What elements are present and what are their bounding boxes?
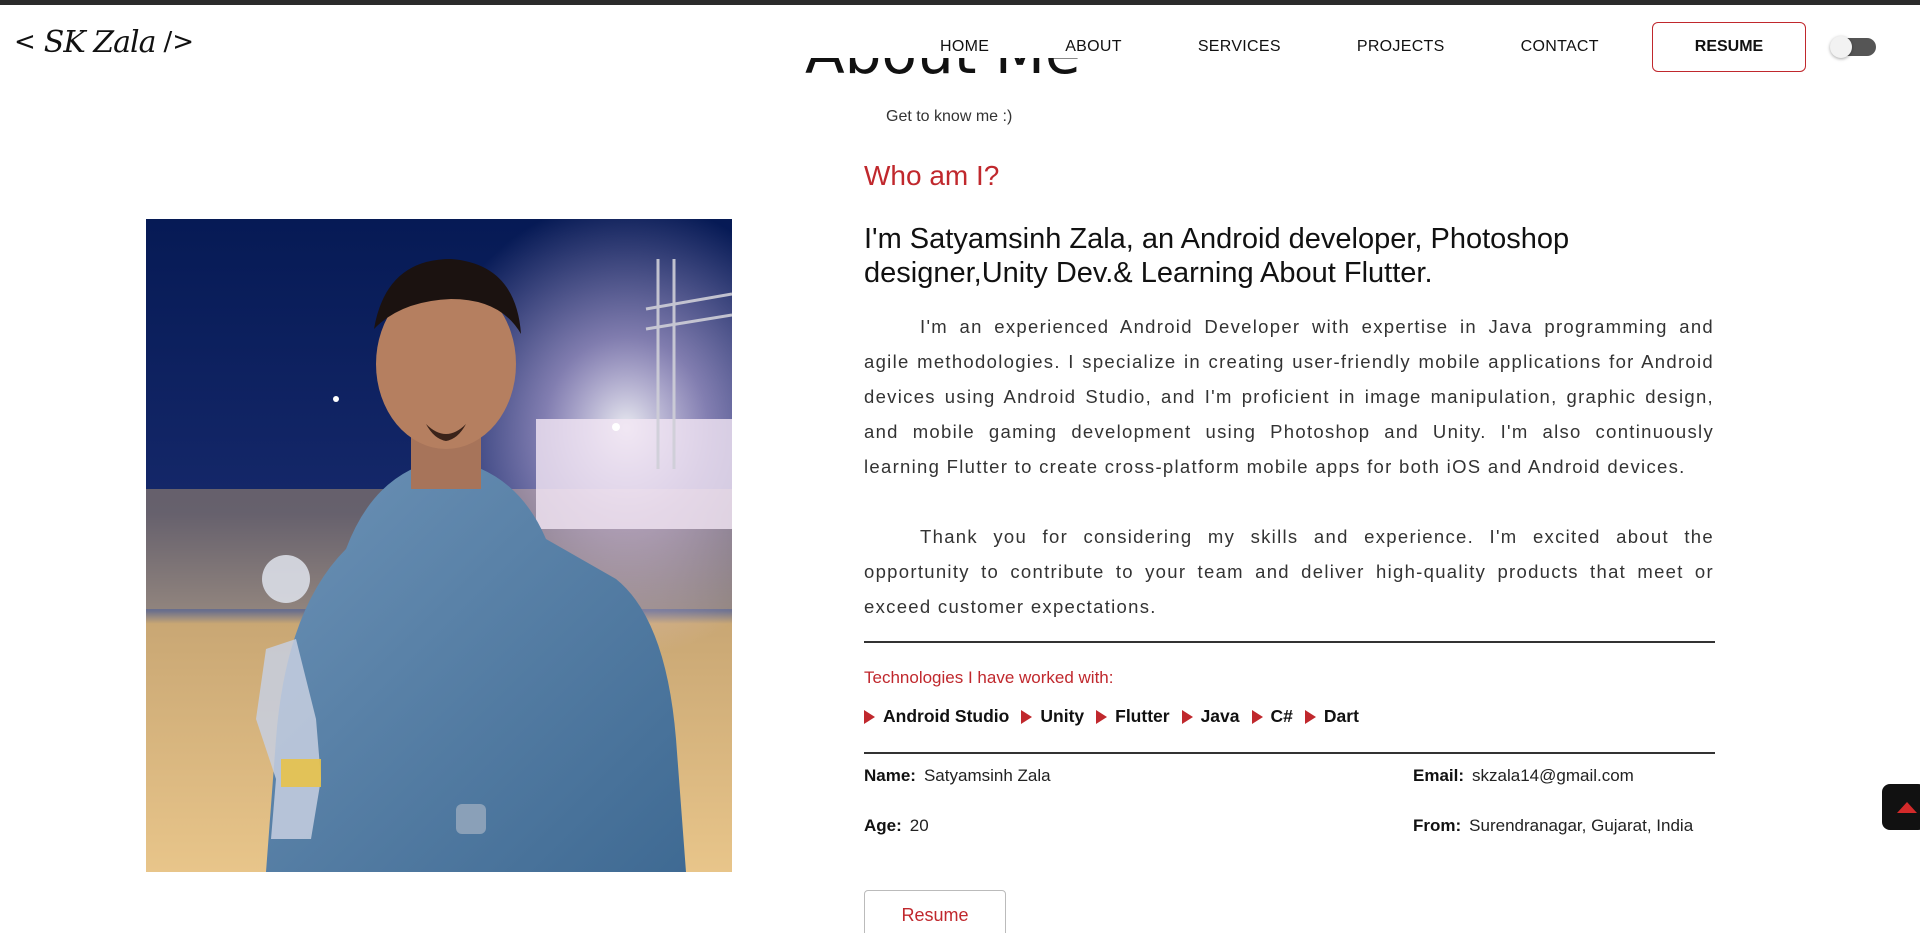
technologies-list: Android Studio Unity Flutter Java C# Dar… [864, 706, 1371, 727]
intro-headline: I'm Satyamsinh Zala, an Android develope… [864, 223, 1570, 289]
tech-label: Flutter [1115, 706, 1170, 726]
info-email: Email: skzala14@gmail.com [1413, 766, 1634, 786]
play-triangle-icon [864, 709, 875, 724]
info-age: Age: 20 [864, 816, 929, 836]
tech-label: Android Studio [883, 706, 1010, 726]
divider [864, 641, 1715, 643]
info-label: Email: [1413, 766, 1465, 785]
info-name: Name: Satyamsinh Zala [864, 766, 1051, 786]
nav-services[interactable]: SERVICES [1198, 38, 1281, 56]
profile-photo [146, 219, 732, 872]
logo-signature: SK Zala [43, 24, 157, 60]
info-from: From: Surendranagar, Gujarat, India [1413, 816, 1693, 836]
logo-close-bracket: /> [163, 27, 195, 57]
info-value: Satyamsinh Zala [923, 766, 1051, 785]
technologies-label: Technologies I have worked with: [864, 668, 1114, 687]
tech-label: Java [1200, 706, 1240, 726]
about-paragraph-1: I'm an experienced Android Developer wit… [864, 316, 1714, 477]
nav-about[interactable]: ABOUT [1065, 38, 1122, 56]
caret-up-icon [1897, 801, 1917, 813]
divider [864, 752, 1715, 754]
tech-item: Unity [1021, 706, 1084, 727]
nav-resume-button[interactable]: RESUME [1652, 22, 1806, 72]
top-border [0, 0, 1920, 5]
tech-item: Dart [1304, 706, 1359, 727]
theme-toggle[interactable] [1830, 36, 1876, 58]
main-nav: HOME ABOUT SERVICES PROJECTS CONTACT [940, 22, 1599, 72]
nav-home[interactable]: HOME [940, 38, 989, 56]
site-logo[interactable]: < SK Zala /> [14, 20, 194, 64]
resume-button[interactable]: Resume [864, 890, 1006, 933]
play-triangle-icon [1021, 709, 1033, 724]
tech-label: Unity [1040, 706, 1085, 726]
tech-item: Android Studio [864, 706, 1009, 727]
who-am-i-heading: Who am I? [864, 160, 1000, 191]
tech-label: Dart [1323, 706, 1359, 726]
tech-item: Flutter [1096, 706, 1170, 727]
tech-label: C# [1270, 706, 1293, 726]
info-label: Name: [864, 766, 916, 785]
nav-contact[interactable]: CONTACT [1521, 38, 1599, 56]
toggle-knob [1830, 36, 1852, 58]
info-value: 20 [909, 816, 929, 835]
info-label: Age: [864, 816, 902, 835]
info-value: Surendranagar, Gujarat, India [1469, 816, 1694, 835]
play-triangle-icon [1251, 709, 1263, 724]
logo-open-bracket: < [14, 27, 36, 57]
scroll-to-top-button[interactable] [1882, 784, 1920, 830]
info-label: From: [1413, 816, 1462, 835]
nav-projects[interactable]: PROJECTS [1357, 38, 1445, 56]
tech-item: C# [1251, 706, 1293, 727]
section-subtitle: Get to know me :) [886, 108, 1013, 125]
play-triangle-icon [1181, 709, 1193, 724]
tech-item: Java [1181, 706, 1240, 727]
play-triangle-icon [1304, 709, 1316, 724]
play-triangle-icon [1096, 709, 1108, 724]
about-paragraph-2: Thank you for considering my skills and … [864, 526, 1714, 617]
info-value: skzala14@gmail.com [1472, 766, 1634, 785]
